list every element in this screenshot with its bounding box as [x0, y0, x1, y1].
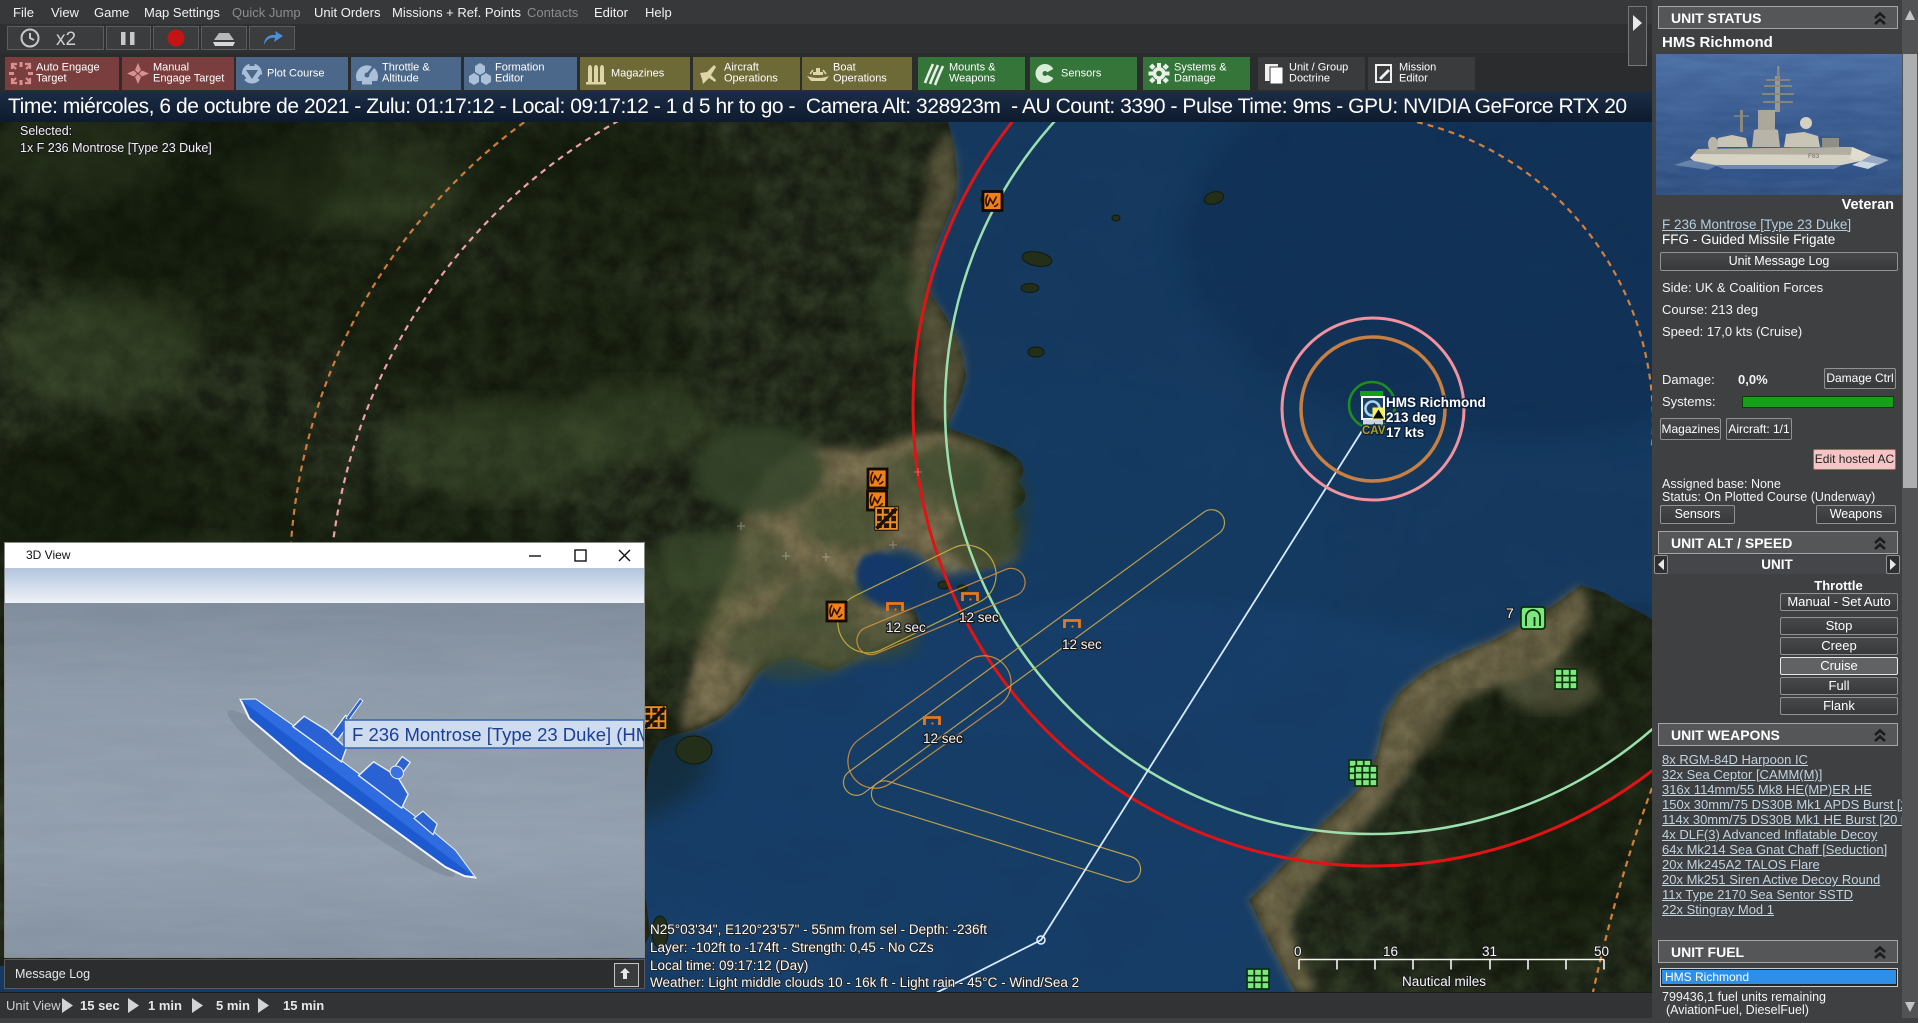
svg-text:Nautical miles: Nautical miles — [1402, 974, 1486, 989]
svg-text:CAV: CAV — [1362, 425, 1386, 437]
svg-text:1x F 236 Montrose [Type 23 Duk: 1x F 236 Montrose [Type 23 Duke] — [20, 141, 212, 155]
svg-text:17 kts: 17 kts — [1386, 425, 1424, 440]
svg-text:F83: F83 — [1808, 153, 1820, 160]
svg-text:HMS Richmond: HMS Richmond — [1386, 395, 1486, 410]
svg-text:7: 7 — [1506, 605, 1514, 621]
svg-text:Layer: -102ft to -174ft - Stre: Layer: -102ft to -174ft - Strength: 0,45… — [650, 940, 934, 955]
svg-text:50: 50 — [1594, 944, 1609, 959]
svg-text:0: 0 — [1294, 944, 1302, 959]
svg-text:12 sec: 12 sec — [959, 610, 999, 625]
svg-text:Local time: 09:17:12 (Day): Local time: 09:17:12 (Day) — [650, 958, 808, 973]
svg-text:31: 31 — [1482, 944, 1497, 959]
svg-text:12 sec: 12 sec — [886, 620, 926, 635]
svg-text:213 deg: 213 deg — [1386, 410, 1436, 425]
svg-text:12 sec: 12 sec — [1062, 637, 1102, 652]
svg-text:N25°03'34", E120°23'57" - 55nm: N25°03'34", E120°23'57" - 55nm from sel … — [650, 922, 987, 937]
svg-text:16: 16 — [1383, 944, 1398, 959]
svg-text:Selected:: Selected: — [20, 124, 72, 138]
svg-text:12 sec: 12 sec — [923, 731, 963, 746]
svg-text:F 236 Montrose [Type 23 Duke]: F 236 Montrose [Type 23 Duke] (HMS — [352, 724, 644, 745]
svg-text:Weather: Light middle clouds 1: Weather: Light middle clouds 10 - 16k ft… — [650, 975, 1079, 990]
svg-text:x2: x2 — [56, 29, 76, 49]
